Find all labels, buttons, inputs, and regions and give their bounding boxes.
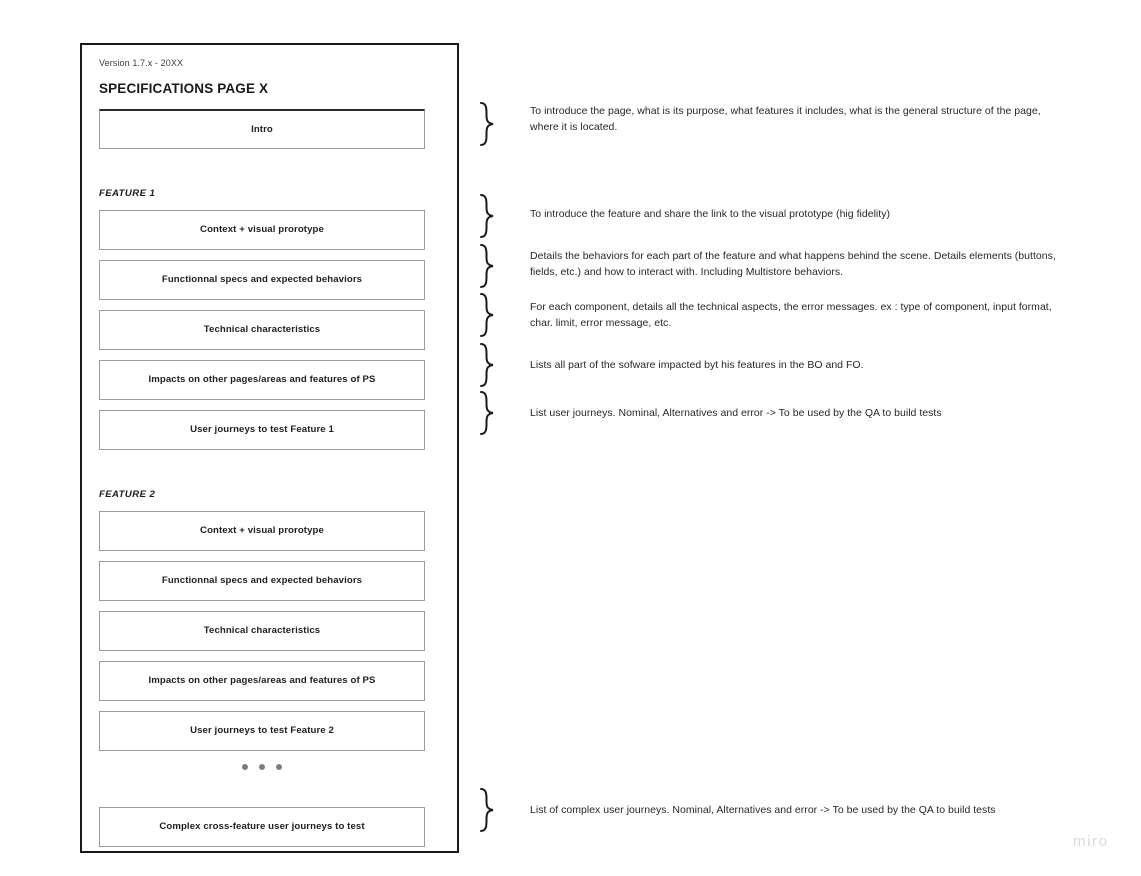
section-box-label: Impacts on other pages/areas and feature… <box>148 675 376 686</box>
section-box-label: Technical characteristics <box>203 625 321 636</box>
specifications-document-frame: Version 1.7.x - 20XX SPECIFICATIONS PAGE… <box>80 43 459 853</box>
section-box-f1-user-journeys[interactable]: User journeys to test Feature 1 <box>99 410 425 450</box>
curly-brace-icon <box>476 390 498 436</box>
curly-brace-icon <box>476 243 498 289</box>
annotation-technical-characteristics: For each component, details all the tech… <box>476 292 1066 338</box>
annotation-text: Details the behaviors for each part of t… <box>530 250 1056 278</box>
page-title: SPECIFICATIONS PAGE X <box>99 81 269 96</box>
dot-icon <box>259 764 265 770</box>
section-box-f2-functional-specs[interactable]: Functionnal specs and expected behaviors <box>99 561 425 601</box>
section-box-label: User journeys to test Feature 2 <box>190 725 334 736</box>
curly-brace-icon <box>476 292 498 338</box>
section-box-intro[interactable]: Intro <box>99 109 425 149</box>
section-box-label: Functionnal specs and expected behaviors <box>161 274 363 285</box>
section-box-label: Context + visual prorotype <box>200 224 324 235</box>
annotation-functional-specs: Details the behaviors for each part of t… <box>476 243 1066 289</box>
feature-heading-2: FEATURE 2 <box>99 489 156 500</box>
section-box-label: User journeys to test Feature 1 <box>190 424 334 435</box>
annotation-user-journeys: List user journeys. Nominal, Alternative… <box>476 390 1066 436</box>
annotation-text: To introduce the page, what is its purpo… <box>530 105 1041 133</box>
section-box-f1-functional-specs[interactable]: Functionnal specs and expected behaviors <box>99 260 425 300</box>
document-content: Version 1.7.x - 20XX SPECIFICATIONS PAGE… <box>99 57 425 857</box>
section-box-f2-context[interactable]: Context + visual prorotype <box>99 511 425 551</box>
section-box-f1-technical[interactable]: Technical characteristics <box>99 310 425 350</box>
annotation-intro: To introduce the page, what is its purpo… <box>476 101 1066 147</box>
annotation-text: List of complex user journeys. Nominal, … <box>530 804 996 816</box>
miro-watermark: miro <box>1073 833 1109 850</box>
section-box-f1-context[interactable]: Context + visual prorotype <box>99 210 425 250</box>
annotation-impacts: Lists all part of the sofware impacted b… <box>476 342 1066 388</box>
feature-heading-1: FEATURE 1 <box>99 188 156 199</box>
curly-brace-icon <box>476 787 498 833</box>
section-box-f2-impacts[interactable]: Impacts on other pages/areas and feature… <box>99 661 425 701</box>
section-box-f1-impacts[interactable]: Impacts on other pages/areas and feature… <box>99 360 425 400</box>
section-box-label: Intro <box>251 123 273 135</box>
curly-brace-icon <box>476 342 498 388</box>
section-box-complex-user-journeys[interactable]: Complex cross-feature user journeys to t… <box>99 807 425 847</box>
version-label: Version 1.7.x - 20XX <box>99 58 184 68</box>
ellipsis-dots <box>99 761 425 773</box>
annotation-text: List user journeys. Nominal, Alternative… <box>530 407 942 419</box>
annotation-complex-user-journeys: List of complex user journeys. Nominal, … <box>476 787 1066 833</box>
dot-icon <box>242 764 248 770</box>
section-box-f2-technical[interactable]: Technical characteristics <box>99 611 425 651</box>
annotation-text: To introduce the feature and share the l… <box>530 208 891 220</box>
dot-icon <box>276 764 282 770</box>
curly-brace-icon <box>476 193 498 239</box>
annotation-text: Lists all part of the sofware impacted b… <box>530 359 864 371</box>
section-box-f2-user-journeys[interactable]: User journeys to test Feature 2 <box>99 711 425 751</box>
section-box-label: Context + visual prorotype <box>200 525 324 536</box>
section-box-label: Functionnal specs and expected behaviors <box>161 575 363 586</box>
annotation-text: For each component, details all the tech… <box>530 301 1052 329</box>
annotation-context-visual-prototype: To introduce the feature and share the l… <box>476 193 1066 239</box>
curly-brace-icon <box>476 101 498 147</box>
section-box-label: Impacts on other pages/areas and feature… <box>148 374 376 385</box>
section-box-label: Technical characteristics <box>203 324 321 335</box>
section-box-label: Complex cross-feature user journeys to t… <box>159 821 365 832</box>
